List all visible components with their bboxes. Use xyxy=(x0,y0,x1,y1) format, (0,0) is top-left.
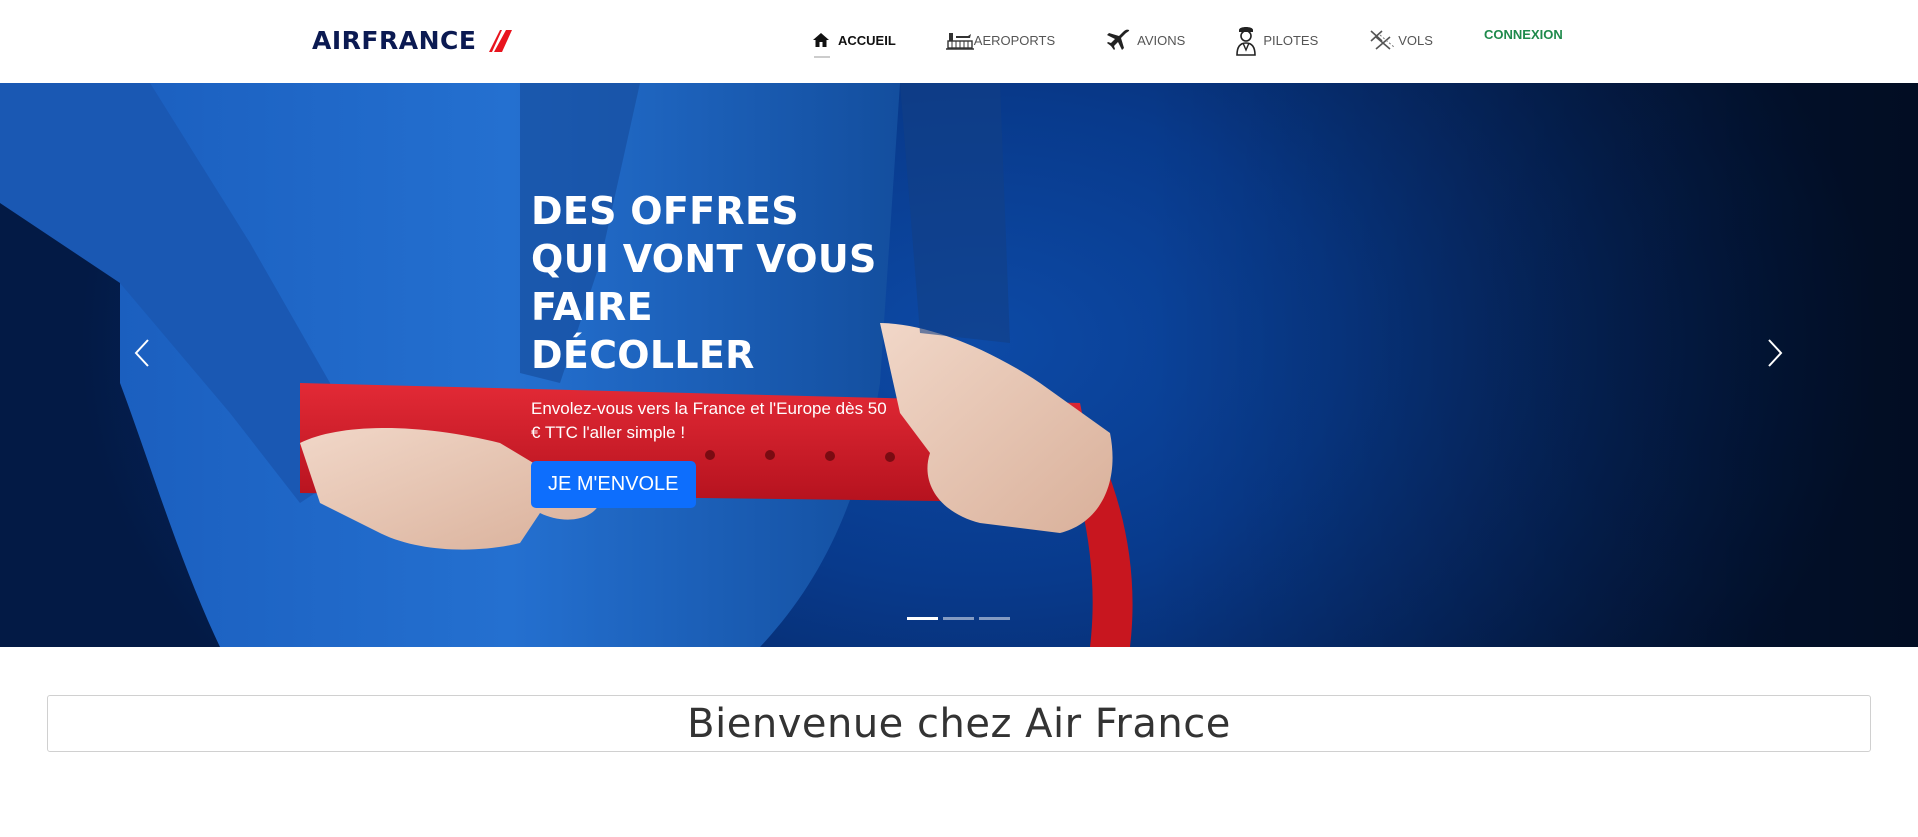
hero-caption: DES OFFRES QUI VONT VOUS FAIRE DÉCOLLER … xyxy=(531,187,911,508)
carousel-next-button[interactable] xyxy=(1755,328,1795,378)
airplane-icon xyxy=(1105,29,1131,51)
nav-label-pilotes: PILOTES xyxy=(1263,32,1319,48)
nav-item-avions[interactable]: AVIONS xyxy=(1105,22,1185,58)
carousel-indicator-1[interactable] xyxy=(907,617,938,620)
hero-carousel: DES OFFRES QUI VONT VOUS FAIRE DÉCOLLER … xyxy=(0,83,1918,647)
hero-title-line-2: QUI VONT VOUS xyxy=(531,237,877,281)
flights-icon xyxy=(1368,29,1398,51)
nav-label-vols: VOLS xyxy=(1398,32,1433,48)
carousel-prev-button[interactable] xyxy=(122,328,162,378)
main-nav: ACCUEIL AEROPORTS AVIONS PILOTES VOLS xyxy=(810,22,1483,58)
carousel-indicators xyxy=(907,617,1015,620)
home-icon xyxy=(810,29,832,51)
nav-item-accueil[interactable]: ACCUEIL xyxy=(810,22,896,58)
carousel-indicator-2[interactable] xyxy=(943,617,974,620)
navbar: AIRFRANCE ACCUEIL AEROPORTS AVIONS PILOT… xyxy=(0,0,1918,83)
welcome-title: Bienvenue chez Air France xyxy=(687,700,1231,747)
nav-label-avions: AVIONS xyxy=(1137,32,1186,48)
welcome-panel: Bienvenue chez Air France xyxy=(47,695,1871,752)
logo-text: AIRFRANCE xyxy=(312,26,477,55)
pilot-icon xyxy=(1235,27,1257,56)
airport-icon xyxy=(945,29,974,51)
hero-background-image xyxy=(0,83,1918,647)
hero-title-line-4: DÉCOLLER xyxy=(531,333,755,377)
connexion-link[interactable]: CONNEXION xyxy=(1484,27,1563,42)
nav-item-pilotes[interactable]: PILOTES xyxy=(1235,22,1318,58)
nav-label-aeroports: AEROPORTS xyxy=(973,32,1056,48)
hero-title: DES OFFRES QUI VONT VOUS FAIRE DÉCOLLER xyxy=(531,187,911,379)
hero-subtitle: Envolez-vous vers la France et l'Europe … xyxy=(531,399,887,442)
chevron-right-icon xyxy=(1768,339,1783,367)
airfrance-logo[interactable]: AIRFRANCE xyxy=(312,26,513,55)
nav-label-accueil: ACCUEIL xyxy=(838,32,896,48)
hero-title-line-1: DES OFFRES xyxy=(531,189,799,233)
hero-title-line-3: FAIRE xyxy=(531,285,653,329)
je-menvole-button[interactable]: JE M'ENVOLE xyxy=(531,461,696,508)
chevron-left-icon xyxy=(134,339,149,367)
logo-flag-icon xyxy=(489,30,513,52)
nav-item-aeroports[interactable]: AEROPORTS xyxy=(945,22,1056,58)
carousel-indicator-3[interactable] xyxy=(979,617,1010,620)
nav-item-vols[interactable]: VOLS xyxy=(1368,22,1433,58)
